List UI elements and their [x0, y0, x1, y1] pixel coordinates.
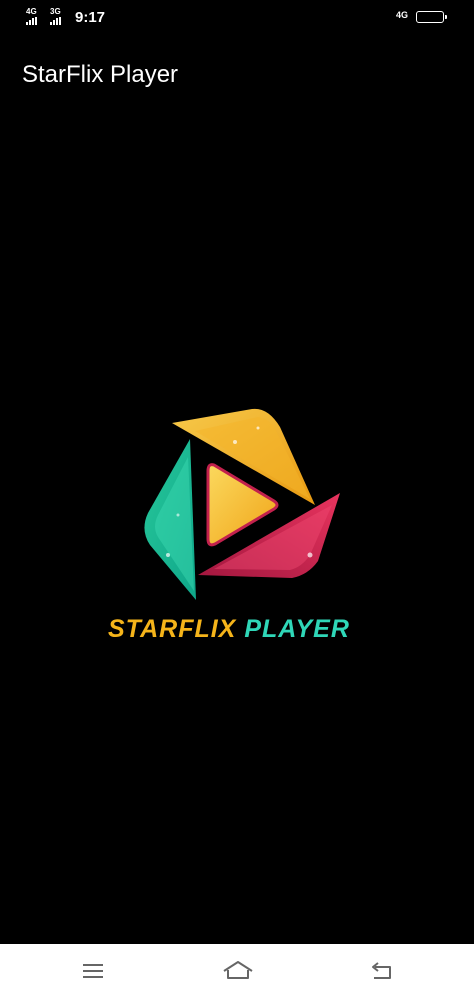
signal-bars-icon [26, 17, 37, 25]
signal-bars-icon [50, 17, 61, 25]
navigation-bar [0, 944, 474, 1000]
wordmark-starflix: STARFLIX [108, 615, 237, 643]
data-network-label: 4G [396, 10, 409, 20]
sim1-network-label: 4G [26, 7, 37, 16]
wordmark-player: PLAYER [244, 615, 350, 643]
sim2-signal: 3G [50, 8, 70, 26]
sim2-network-label: 3G [50, 7, 61, 16]
sim1-signal: 4G [26, 8, 46, 26]
home-button[interactable] [220, 958, 256, 984]
starflix-play-logo-icon [144, 408, 340, 600]
status-time: 9:17 [75, 9, 106, 26]
app-title: StarFlix Player [22, 61, 179, 88]
menu-icon [83, 964, 103, 978]
back-icon [372, 962, 391, 979]
menu-button[interactable] [78, 958, 108, 984]
logo-wordmark: STARFLIX PLAYER [108, 614, 368, 644]
splash-screen: 4G 3G 9:17 4G 41 StarFlix Player STARFLI… [0, 0, 474, 1000]
status-bar: 4G 3G 9:17 4G 41 [0, 0, 474, 36]
back-button[interactable] [366, 958, 396, 984]
home-icon [223, 961, 253, 979]
battery-icon: 41 [416, 11, 447, 23]
battery-level: 41 [424, 12, 435, 22]
